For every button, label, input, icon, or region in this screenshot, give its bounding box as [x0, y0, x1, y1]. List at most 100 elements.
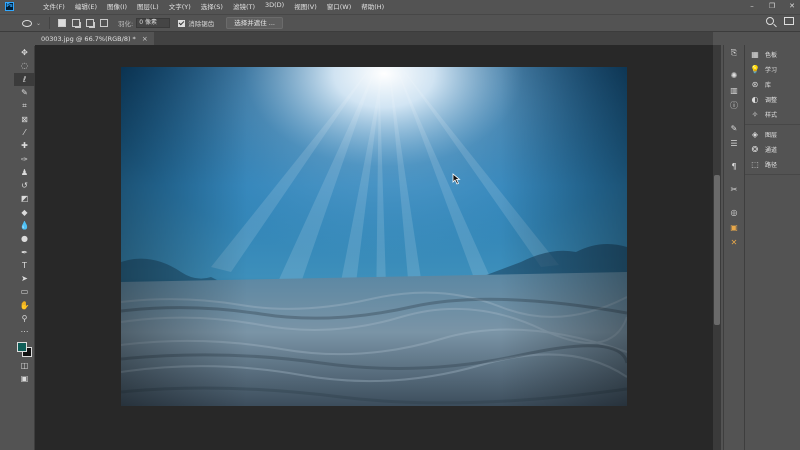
new-selection-icon[interactable]	[58, 19, 67, 27]
options-right	[766, 17, 794, 25]
pen-tool-icon[interactable]: ✒	[14, 245, 35, 258]
lightbulb-icon: 💡	[750, 65, 760, 74]
feather-label: 羽化:	[118, 20, 134, 28]
menu-select[interactable]: 选择(S)	[196, 1, 228, 11]
histogram-panel-icon[interactable]: ▥	[724, 83, 744, 98]
options-bar: ⌄ 羽化: 0 像素 消除锯齿 选择并遮住 ...	[0, 14, 800, 32]
select-and-mask-button[interactable]: 选择并遮住 ...	[226, 17, 283, 29]
vertical-scrollbar[interactable]	[713, 45, 721, 450]
quick-selection-tool-icon[interactable]: ✎	[14, 86, 35, 99]
lasso-icon	[22, 19, 32, 27]
grid-icon: ▦	[751, 50, 759, 59]
panel-list: ▦ 色板 💡 学习 ⊛ 库 ◐ 调整 ✧ 样式 ◈ 图层 ❂ 通道 ⬚ 路径	[744, 45, 800, 450]
subtract-from-selection-icon[interactable]	[86, 19, 95, 27]
menu-help[interactable]: 帮助(H)	[356, 1, 389, 11]
panel-item-learn[interactable]: 💡 学习	[745, 62, 800, 77]
chevron-down-icon: ⌄	[36, 19, 42, 27]
antialias-label: 消除锯齿	[188, 20, 215, 28]
info-panel-icon[interactable]: ⓘ	[724, 98, 744, 113]
canvas-area[interactable]	[35, 45, 713, 450]
menu-3d[interactable]: 3D(D)	[260, 1, 289, 11]
document-image[interactable]	[121, 67, 627, 406]
panel-item-adjustments[interactable]: ◐ 调整	[745, 92, 800, 107]
document-tab[interactable]: 00303.jpg @ 66.7%(RGB/8) * ×	[35, 32, 154, 45]
scrollbar-thumb[interactable]	[714, 175, 720, 325]
menu-items: 文件(F) 编辑(E) 图像(I) 图层(L) 文字(Y) 选择(S) 滤镜(T…	[38, 1, 389, 11]
plugin-cross-icon[interactable]: ✕	[724, 235, 744, 250]
window-controls: – ❐ ✕	[748, 0, 796, 12]
divider	[49, 17, 51, 29]
zoom-tool-icon[interactable]: ⚲	[14, 312, 35, 325]
library-icon: ⊛	[751, 80, 759, 89]
eyedropper-tool-icon[interactable]: ⁄	[14, 126, 35, 139]
panel-item-paths[interactable]: ⬚ 路径	[745, 157, 800, 172]
quick-mask-icon[interactable]: ◫	[14, 359, 35, 372]
properties-panel-icon[interactable]: ☰	[724, 136, 744, 151]
menu-window[interactable]: 窗口(W)	[322, 1, 357, 11]
menu-type[interactable]: 文字(Y)	[164, 1, 196, 11]
move-tool-icon[interactable]: ✥	[14, 46, 35, 59]
lasso-tool-icon[interactable]: ℓ	[14, 72, 35, 86]
menu-layer[interactable]: 图层(L)	[132, 1, 164, 11]
paint-bucket-tool-icon[interactable]: ◆	[14, 206, 35, 219]
cursor-icon	[452, 173, 461, 185]
paragraph-panel-icon[interactable]: ¶	[724, 159, 744, 174]
healing-brush-tool-icon[interactable]: ✚	[14, 139, 35, 152]
menu-view[interactable]: 视图(V)	[289, 1, 322, 11]
channels-icon: ❂	[751, 145, 759, 154]
search-icon[interactable]	[766, 17, 774, 25]
panel-item-layers[interactable]: ◈ 图层	[745, 127, 800, 142]
brush-panel-icon[interactable]: ✎	[724, 121, 744, 136]
close-icon[interactable]: ✕	[788, 2, 796, 10]
menu-edit[interactable]: 编辑(E)	[70, 1, 102, 11]
antialias-checkbox[interactable]	[178, 19, 186, 27]
plugin-cube-icon[interactable]: ▣	[724, 220, 744, 235]
clone-stamp-tool-icon[interactable]: ♟	[14, 166, 35, 179]
paths-icon: ⬚	[751, 160, 759, 169]
intersect-selection-icon[interactable]	[100, 19, 109, 27]
menu-image[interactable]: 图像(I)	[102, 1, 132, 11]
color-swatches[interactable]	[14, 339, 35, 359]
panel-item-styles[interactable]: ✧ 样式	[745, 107, 800, 122]
tool-presets-icon[interactable]: ✂	[724, 182, 744, 197]
panel-item-swatches[interactable]: ▦ 色板	[745, 47, 800, 62]
adjustments-icon: ◐	[751, 95, 759, 104]
more-tools-icon[interactable]: ⋯	[14, 325, 35, 338]
panel-item-libraries[interactable]: ⊛ 库	[745, 77, 800, 92]
hand-tool-icon[interactable]: ✋	[14, 299, 35, 312]
layers-icon: ◈	[751, 130, 759, 139]
path-selection-tool-icon[interactable]: ➤	[14, 272, 35, 285]
rectangle-tool-icon[interactable]: ▭	[14, 285, 35, 298]
color-panel-icon[interactable]: ✺	[724, 68, 744, 83]
frame-tool-icon[interactable]: ⊠	[14, 112, 35, 125]
left-gutter	[0, 32, 14, 450]
type-tool-icon[interactable]: T	[14, 259, 35, 272]
document-tabs: 00303.jpg @ 66.7%(RGB/8) * ×	[35, 32, 713, 45]
dodge-tool-icon[interactable]: ●	[14, 232, 35, 245]
menu-filter[interactable]: 滤镜(T)	[228, 1, 260, 11]
menu-file[interactable]: 文件(F)	[38, 1, 70, 11]
blur-tool-icon[interactable]: 💧	[14, 219, 35, 232]
feather-input[interactable]: 0 像素	[136, 18, 171, 28]
add-to-selection-icon[interactable]	[72, 19, 81, 27]
panel-group-1: ▦ 色板 💡 学习 ⊛ 库 ◐ 调整 ✧ 样式	[745, 45, 800, 125]
close-tab-icon[interactable]: ×	[142, 35, 148, 43]
panel-item-channels[interactable]: ❂ 通道	[745, 142, 800, 157]
restore-icon[interactable]: ❐	[768, 2, 776, 10]
history-brush-tool-icon[interactable]: ↺	[14, 179, 35, 192]
screen-mode-icon[interactable]: ▣	[14, 372, 35, 385]
foreground-color-swatch[interactable]	[17, 341, 27, 352]
document-tab-title: 00303.jpg @ 66.7%(RGB/8) *	[41, 34, 136, 43]
marquee-tool-icon[interactable]: ◌	[14, 59, 35, 72]
minimize-icon[interactable]: –	[748, 2, 756, 10]
brush-tool-icon[interactable]: ✑	[14, 152, 35, 165]
photoshop-logo: Ps	[5, 1, 14, 11]
history-panel-icon[interactable]: ⎘	[724, 45, 744, 60]
crop-tool-icon[interactable]: ⌗	[14, 99, 35, 112]
3d-panel-icon[interactable]: ◎	[724, 205, 744, 220]
tool-preset-picker[interactable]: ⌄	[22, 19, 42, 27]
workspace-icon[interactable]	[784, 17, 794, 25]
eraser-tool-icon[interactable]: ◩	[14, 192, 35, 205]
menu-bar: Ps 文件(F) 编辑(E) 图像(I) 图层(L) 文字(Y) 选择(S) 滤…	[0, 0, 800, 12]
panel-icon-strip: ⎘ ✺ ▥ ⓘ ✎ ☰ ¶ ✂ ◎ ▣ ✕	[723, 45, 743, 450]
